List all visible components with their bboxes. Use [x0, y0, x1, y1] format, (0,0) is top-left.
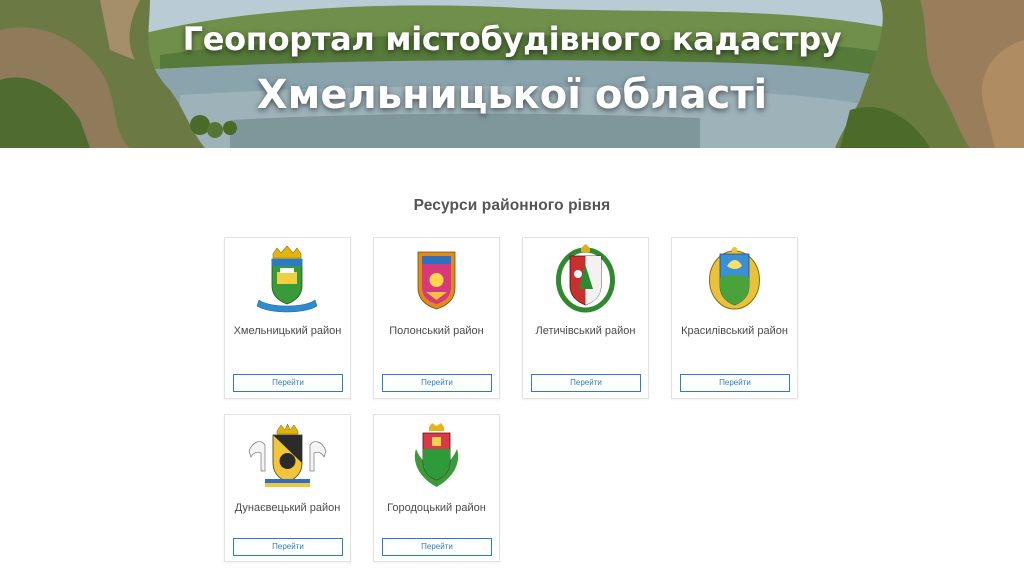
letychivskyi-emblem-icon [556, 244, 615, 313]
district-card-horodotskyi: Городоцький район Перейти [373, 414, 500, 562]
district-card-letychivskyi: Летичівський район Перейти [522, 237, 649, 399]
go-button[interactable]: Перейти [382, 538, 492, 556]
hero-title-line1: Геопортал містобудівного кадастру [182, 20, 842, 58]
district-name: Городоцький район [387, 502, 486, 514]
district-name: Полонський район [389, 325, 484, 337]
polonskyi-emblem-icon [417, 251, 456, 310]
go-button[interactable]: Перейти [680, 374, 790, 392]
district-name: Хмельницький район [233, 325, 342, 337]
district-name: Дунаєвецький район [234, 502, 341, 514]
go-button[interactable]: Перейти [382, 374, 492, 392]
district-card-krasylivskyi: Красилівський район Перейти [671, 237, 798, 399]
go-button[interactable]: Перейти [233, 374, 343, 392]
go-button[interactable]: Перейти [531, 374, 641, 392]
district-card-khmelnytskyi: Хмельницький район Перейти [224, 237, 351, 399]
district-name: Летичівський район [535, 325, 636, 337]
district-card-polonskyi: Полонський район Перейти [373, 237, 500, 399]
section-title: Ресурси районного рівня [413, 197, 611, 214]
go-button[interactable]: Перейти [233, 538, 343, 556]
hero-banner: Геопортал містобудівного кадастру Хмельн… [0, 0, 1024, 148]
dunaievetskyi-emblem-icon [248, 423, 327, 487]
khmelnytskyi-emblem-icon [256, 245, 318, 313]
district-card-dunaievetskyi: Дунаєвецький район Перейти [224, 414, 351, 562]
district-name: Красилівський район [681, 325, 788, 337]
krasylivskyi-emblem-icon [709, 247, 760, 310]
hero-title-line2: Хмельницької області [256, 72, 768, 118]
district-cards-grid: Хмельницький район Перейти Полонський ра… [224, 237, 798, 567]
horodotskyi-emblem-icon [414, 423, 459, 487]
